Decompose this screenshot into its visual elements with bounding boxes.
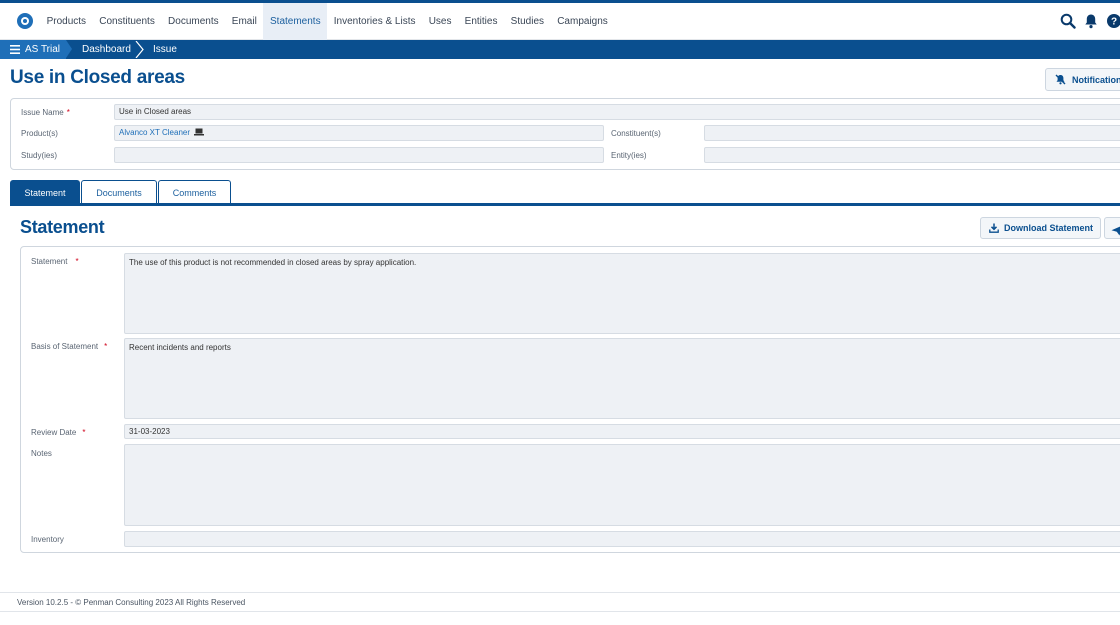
tab-comments[interactable]: Comments [158,180,231,204]
entities-label: Entity(ies) [611,151,647,160]
nav-products[interactable]: Products [40,3,93,40]
studies-field[interactable] [114,147,604,163]
nav-inventories-lists[interactable]: Inventories & Lists [327,3,422,40]
required-marker: * [66,108,70,117]
footer-divider-bottom [0,611,1120,612]
products-label: Product(s) [21,129,58,138]
bell-off-icon [1055,74,1066,85]
laptop-icon [194,128,205,136]
basis-label: Basis of Statement * [31,342,107,351]
nav-statements[interactable]: Statements [263,3,328,40]
basis-label-text: Basis of Statement [31,342,99,351]
issue-name-label: Issue Name * [21,108,70,117]
nav-entities[interactable]: Entities [458,3,504,40]
nav-documents[interactable]: Documents [161,3,225,40]
nav-email[interactable]: Email [225,3,263,40]
tab-underline [10,203,1120,206]
constituents-field[interactable] [704,125,1120,141]
nav-studies[interactable]: Studies [504,3,551,40]
send-button[interactable] [1104,217,1120,239]
statement-textarea[interactable]: The use of this product is not recommend… [124,253,1120,334]
notes-label: Notes [31,449,52,458]
bell-icon[interactable] [1084,13,1098,29]
required-marker: * [104,342,108,351]
product-link[interactable]: Alvanco XT Cleaner [119,128,190,137]
footer-divider [0,592,1120,593]
top-navigation-bar: Products Constituents Documents Email St… [0,0,1120,40]
svg-text:?: ? [1111,17,1117,28]
inventory-label: Inventory [31,535,64,544]
required-marker: * [75,257,79,266]
search-icon[interactable] [1060,13,1076,29]
inventory-field[interactable] [124,531,1120,547]
tab-statement[interactable]: Statement [10,180,80,204]
issue-name-field[interactable]: Use in Closed areas [114,104,1120,120]
download-icon [989,223,999,233]
send-icon [1111,226,1120,236]
nav-campaigns[interactable]: Campaigns [551,3,615,40]
basis-textarea[interactable]: Recent incidents and reports [124,338,1120,419]
notes-textarea[interactable] [124,444,1120,526]
breadcrumb-issue: Issue [153,44,177,55]
review-date-label-text: Review Date [31,428,77,437]
review-date-label: Review Date * [31,428,85,437]
breadcrumb-chevron-icon [135,41,144,58]
constituents-label: Constituent(s) [611,129,661,138]
nav-constituents[interactable]: Constituents [93,3,162,40]
required-marker: * [82,428,86,437]
download-statement-button[interactable]: Download Statement [980,217,1101,239]
download-statement-label: Download Statement [1004,223,1094,233]
entities-field[interactable] [704,147,1120,163]
products-field[interactable]: Alvanco XT Cleaner [114,125,604,141]
breadcrumb-as-trial[interactable]: AS Trial [0,40,72,59]
issue-name-label-text: Issue Name [21,108,64,117]
breadcrumb-dashboard[interactable]: Dashboard [82,40,131,59]
help-icon[interactable]: ? [1106,13,1120,29]
review-date-field[interactable]: 31-03-2023 [124,424,1120,439]
statement-label-text: Statement [31,257,68,266]
footer-text: Version 10.2.5 - © Penman Consulting 202… [17,598,246,607]
breadcrumb: AS Trial Dashboard Issue [0,40,1120,59]
main-nav: Products Constituents Documents Email St… [40,3,614,40]
breadcrumb-first-label: AS Trial [25,44,61,55]
hamburger-menu-icon[interactable] [10,45,20,54]
top-icons: ? [1060,13,1120,29]
statement-label: Statement * [31,257,79,266]
notifications-button[interactable]: Notifications [1045,68,1120,91]
app-logo-icon[interactable] [17,13,33,29]
notifications-label: Notifications [1072,74,1120,85]
statement-section-title: Statement [20,217,105,237]
tab-bar: Statement Documents Comments [10,180,231,204]
studies-label: Study(ies) [21,151,58,160]
page-title: Use in Closed areas [10,67,185,88]
nav-uses[interactable]: Uses [422,3,458,40]
tab-documents[interactable]: Documents [81,180,157,204]
